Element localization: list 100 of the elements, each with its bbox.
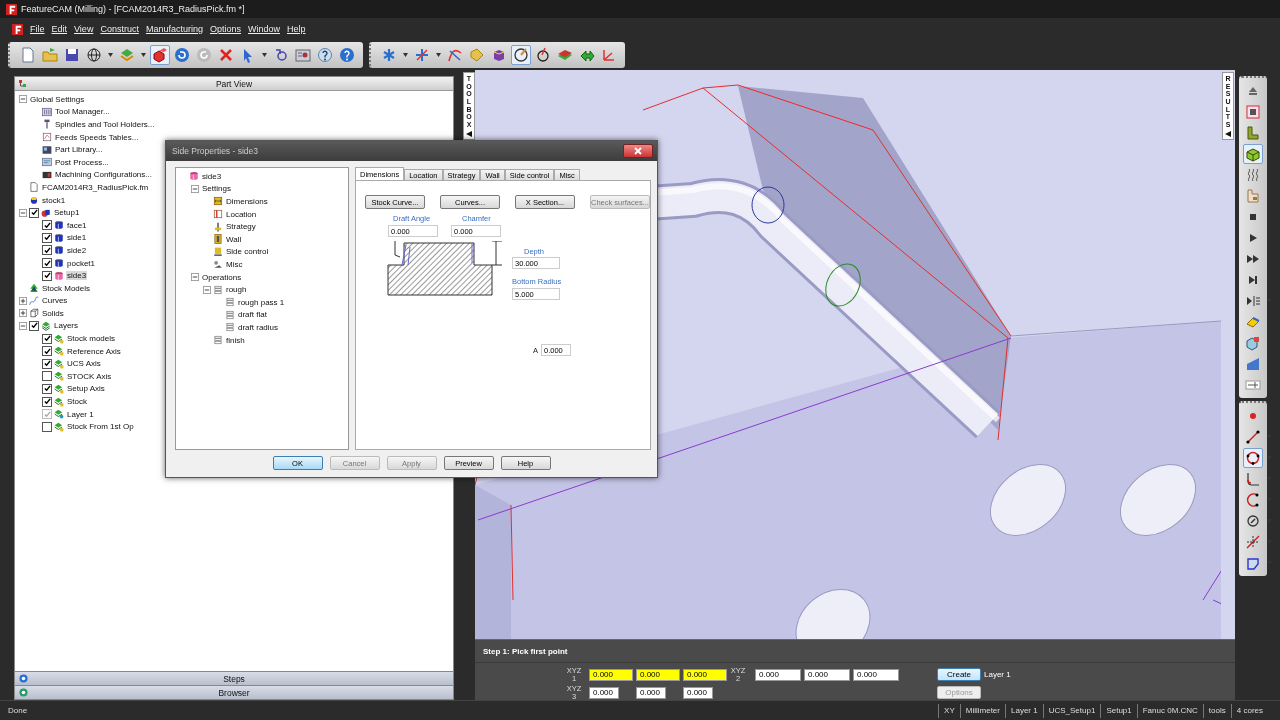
collapse-icon[interactable] xyxy=(203,285,211,294)
create-button[interactable]: Create xyxy=(937,668,981,681)
close-icon[interactable] xyxy=(634,147,642,155)
menu-item[interactable]: View xyxy=(74,24,94,34)
tree-icon xyxy=(18,78,28,89)
tree-item[interactable]: Part Library... xyxy=(54,145,104,155)
menu-item[interactable]: Construct xyxy=(100,24,139,34)
tree-item[interactable]: Stock models xyxy=(66,334,117,344)
tree-item[interactable]: UCS Axis xyxy=(66,359,102,369)
checkbox[interactable] xyxy=(29,207,39,218)
tree-item[interactable]: Global Settings xyxy=(29,94,86,104)
menu-item[interactable]: Window xyxy=(248,24,280,34)
menu-item[interactable]: Manufacturing xyxy=(145,24,203,34)
tree-item[interactable]: Setup Axis xyxy=(66,384,106,394)
tree-item[interactable]: draft radius xyxy=(237,322,280,332)
checkbox[interactable] xyxy=(29,321,39,331)
menu-item[interactable]: Edit xyxy=(51,24,68,34)
coordinate-field[interactable]: 0.000 xyxy=(755,668,801,681)
tree-item[interactable]: rough xyxy=(225,285,248,295)
coordinate-field[interactable]: 0.000 xyxy=(589,668,633,681)
tree-item[interactable]: FCAM2014R3_RadiusPick.fm xyxy=(41,182,150,192)
tree-item[interactable]: Stock From 1st Op xyxy=(66,422,135,432)
tree-item[interactable]: Tool Manager... xyxy=(54,107,111,117)
curves-icon xyxy=(29,295,39,306)
checkbox[interactable] xyxy=(42,220,52,231)
tree-item[interactable]: Layers xyxy=(53,321,79,331)
tree-item[interactable]: Side control xyxy=(225,247,270,257)
checkbox[interactable] xyxy=(42,270,52,281)
tree-item[interactable]: Solids xyxy=(41,308,65,318)
checkbox[interactable] xyxy=(42,371,52,382)
tree-item[interactable]: side3 xyxy=(66,271,88,281)
coordinate-field[interactable]: 0.000 xyxy=(589,686,619,699)
tree-item[interactable]: draft flat xyxy=(237,310,268,320)
tree-item[interactable]: Misc xyxy=(225,259,244,269)
coordinate-field[interactable]: 0.000 xyxy=(804,668,850,681)
status-field: XY xyxy=(938,703,960,718)
checkbox[interactable] xyxy=(42,421,52,432)
tree-item[interactable]: Stock xyxy=(66,397,88,407)
expand-icon[interactable] xyxy=(19,296,27,305)
tree-item[interactable]: face1 xyxy=(66,220,88,230)
tree-item[interactable]: rough pass 1 xyxy=(237,297,286,307)
checkbox[interactable] xyxy=(42,333,52,344)
layer-icon xyxy=(54,421,64,432)
feature-icon xyxy=(189,171,199,182)
solids-icon xyxy=(29,308,39,319)
checkbox[interactable] xyxy=(42,346,52,357)
tree-item[interactable]: Curves xyxy=(41,296,69,306)
left-arrow-icon[interactable] xyxy=(1225,130,1231,137)
layer-name: Layer 1 xyxy=(984,670,1012,679)
tree-item[interactable]: side3 xyxy=(201,171,223,181)
panel-bar[interactable]: Steps xyxy=(15,671,453,685)
tree-item[interactable]: stock1 xyxy=(41,195,67,205)
side-control-icon xyxy=(213,246,223,257)
checkbox[interactable] xyxy=(42,358,52,369)
expand-icon[interactable] xyxy=(19,309,27,318)
menu-item[interactable]: File xyxy=(30,24,45,34)
app-logo-icon[interactable] xyxy=(12,23,23,35)
checkbox[interactable] xyxy=(42,232,52,243)
tree-item[interactable]: Reference Axis xyxy=(66,346,122,356)
step-prompt: Step 1: Pick first point xyxy=(482,646,569,658)
coordinate-field[interactable]: 0.000 xyxy=(683,668,727,681)
tree-item[interactable]: Stock Models xyxy=(41,283,92,293)
tree-item[interactable]: side2 xyxy=(66,245,88,255)
tree-item[interactable]: Feeds Speeds Tables... xyxy=(54,132,140,142)
tree-item[interactable]: Wall xyxy=(225,234,243,244)
tree-item[interactable]: pocket1 xyxy=(66,258,97,268)
tree-item[interactable]: Setup1 xyxy=(53,208,81,218)
coordinate-field[interactable]: 0.000 xyxy=(853,668,899,681)
status-field: Setup1 xyxy=(1100,703,1137,718)
collapse-icon[interactable] xyxy=(191,273,199,282)
tree-item[interactable]: Operations xyxy=(201,272,243,282)
tree-item[interactable]: Location xyxy=(225,209,258,219)
tree-item[interactable]: Strategy xyxy=(225,222,257,232)
coordinate-field[interactable]: 0.000 xyxy=(636,668,680,681)
checkbox[interactable] xyxy=(42,383,52,394)
setup-icon xyxy=(41,207,51,218)
collapse-icon[interactable] xyxy=(19,208,27,217)
menu-item[interactable]: Options xyxy=(209,24,241,34)
collapse-icon[interactable] xyxy=(19,95,27,104)
coordinate-field[interactable]: 0.000 xyxy=(636,686,666,699)
collapse-icon[interactable] xyxy=(19,322,27,330)
stock-icon xyxy=(29,195,39,206)
status-field: Layer 1 xyxy=(1005,703,1043,718)
tree-item[interactable]: STOCK Axis xyxy=(66,371,113,381)
panel-bar[interactable]: Browser xyxy=(15,685,453,699)
checkbox[interactable] xyxy=(42,245,52,256)
menu-item[interactable]: Help xyxy=(287,24,306,34)
tree-item[interactable]: Machining Configurations... xyxy=(54,170,153,180)
tree-item[interactable]: finish xyxy=(225,335,246,345)
left-arrow-icon[interactable] xyxy=(466,130,472,137)
coordinate-field[interactable]: 0.000 xyxy=(683,686,713,699)
tree-item[interactable]: Post Process... xyxy=(54,157,110,167)
close-button[interactable] xyxy=(623,144,653,158)
checkbox[interactable] xyxy=(42,396,52,407)
tree-item[interactable]: Settings xyxy=(201,184,232,194)
tree-item[interactable]: side1 xyxy=(66,233,88,243)
tree-item[interactable]: Spindles and Tool Holders... xyxy=(54,120,156,129)
collapse-icon[interactable] xyxy=(191,184,199,193)
tree-item[interactable]: Dimensions xyxy=(225,197,269,206)
checkbox[interactable] xyxy=(42,258,52,268)
